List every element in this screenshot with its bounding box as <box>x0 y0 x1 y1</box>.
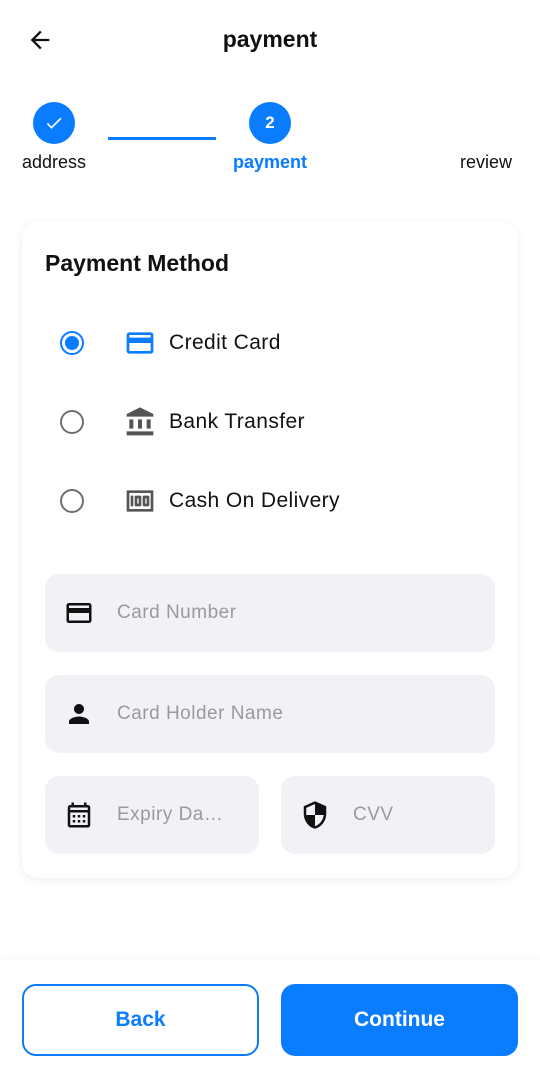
cash-icon <box>124 485 156 517</box>
option-cash-on-delivery[interactable]: Cash On Delivery <box>44 470 496 532</box>
cvv-input[interactable] <box>353 776 481 854</box>
card-number-input[interactable] <box>117 574 481 652</box>
page-title: payment <box>222 26 318 52</box>
card-holder-input[interactable] <box>117 675 481 753</box>
cvv-field[interactable] <box>281 776 495 854</box>
expiry-date-field[interactable] <box>45 776 259 854</box>
back-button[interactable]: Back <box>22 984 259 1056</box>
checkout-stepper: address 2 payment review <box>0 100 540 180</box>
bottom-action-bar: Back Continue <box>0 960 540 1078</box>
step-address-label: address <box>21 152 87 172</box>
option-cash-on-delivery-label: Cash On Delivery <box>169 489 340 512</box>
step-payment-circle: 2 <box>249 102 291 144</box>
calendar-icon <box>63 799 95 831</box>
option-credit-card-label: Credit Card <box>169 331 281 354</box>
radio-bank-transfer[interactable] <box>60 410 84 434</box>
payment-method-card: Payment Method Credit Card Bank Transfer <box>22 222 518 878</box>
radio-cash-on-delivery[interactable] <box>60 489 84 513</box>
expiry-date-input[interactable] <box>117 776 245 854</box>
credit-card-icon <box>124 327 156 359</box>
option-credit-card[interactable]: Credit Card <box>44 312 496 374</box>
check-icon <box>46 117 62 129</box>
bank-icon <box>124 406 156 438</box>
step-payment-number: 2 <box>265 113 275 132</box>
card-holder-field[interactable] <box>45 675 495 753</box>
step-connector-line <box>108 137 216 140</box>
step-review-label: review <box>459 152 512 172</box>
card-number-field[interactable] <box>45 574 495 652</box>
option-bank-transfer-label: Bank Transfer <box>169 410 305 433</box>
option-bank-transfer[interactable]: Bank Transfer <box>44 391 496 453</box>
continue-button[interactable]: Continue <box>281 984 518 1056</box>
step-payment-label: payment <box>232 152 308 172</box>
person-icon <box>63 698 95 730</box>
step-address-circle <box>33 102 75 144</box>
payment-screen: payment address 2 payment review Payment… <box>0 0 540 1078</box>
payment-method-title: Payment Method <box>45 250 230 276</box>
radio-credit-card[interactable] <box>60 331 84 355</box>
shield-icon <box>299 799 331 831</box>
credit-card-icon <box>63 597 95 629</box>
app-header: payment <box>0 0 540 80</box>
